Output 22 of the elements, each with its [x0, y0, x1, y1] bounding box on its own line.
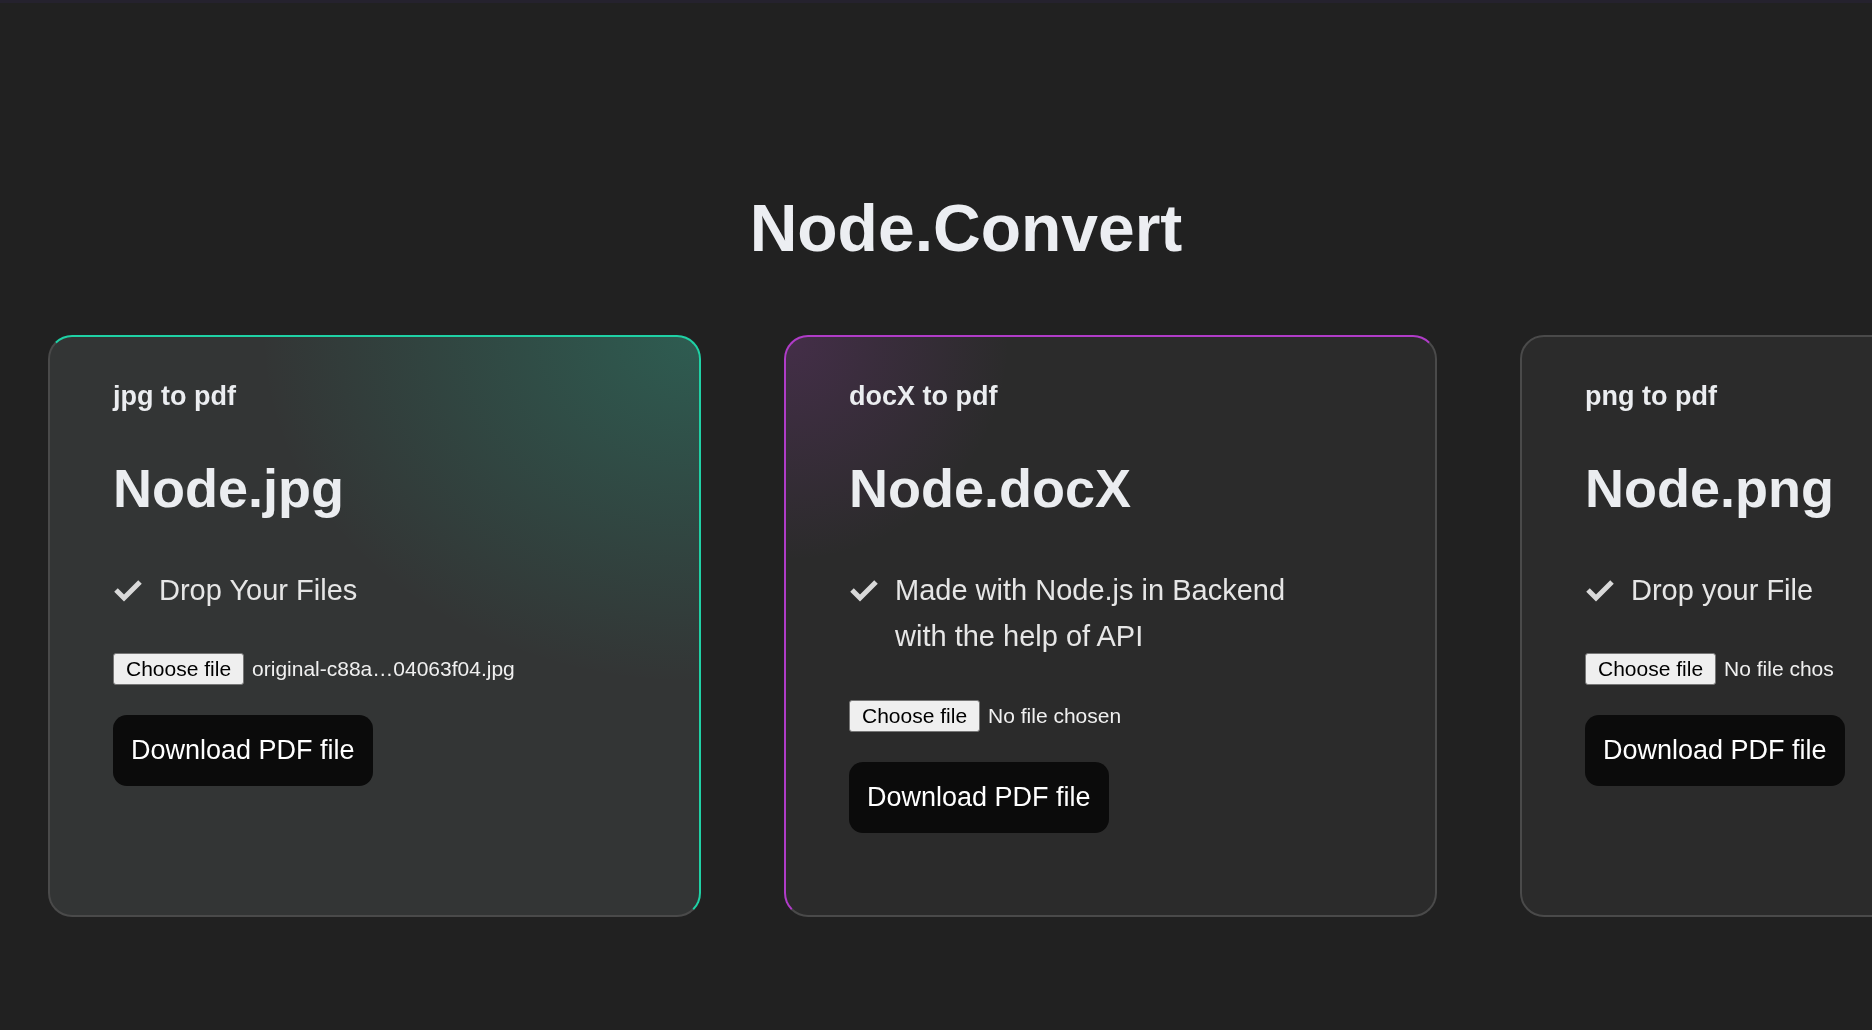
choose-file-button[interactable]: Choose file: [113, 653, 245, 686]
check-icon: [849, 577, 879, 602]
choose-file-button[interactable]: Choose file: [849, 699, 981, 732]
card-caption: docX to pdf: [849, 381, 998, 412]
file-status: No file chosen: [988, 703, 1122, 728]
download-button[interactable]: Download PDF file: [113, 715, 373, 787]
card-caption: jpg to pdf: [113, 381, 236, 412]
card-caption: png to pdf: [1585, 381, 1717, 412]
file-status: No file chos: [1724, 657, 1834, 682]
feature-text: Drop Your Files: [159, 572, 358, 608]
feature-text: Made with Node.js in Backend with the help of API: [895, 572, 1287, 655]
file-status: original-c88a…04063f04.jpg: [252, 657, 515, 682]
choose-file-button[interactable]: Choose file: [1585, 653, 1717, 686]
page-title: Node.Convert: [749, 191, 1183, 267]
card-heading: Node.jpg: [113, 457, 344, 520]
check-icon: [113, 577, 143, 602]
card-heading: Node.png: [1585, 457, 1834, 520]
download-button[interactable]: Download PDF file: [1585, 715, 1845, 787]
card-heading: Node.docX: [849, 457, 1132, 520]
check-icon: [1585, 577, 1615, 602]
download-button[interactable]: Download PDF file: [849, 761, 1109, 833]
feature-text: Drop your File: [1631, 572, 1814, 608]
